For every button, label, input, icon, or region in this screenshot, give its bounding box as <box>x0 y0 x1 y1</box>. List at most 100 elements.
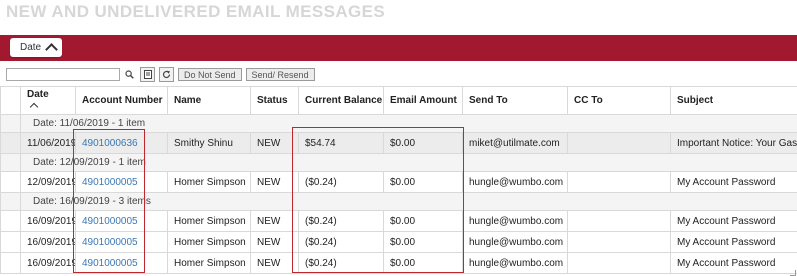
send-resend-button[interactable]: Send/ Resend <box>245 68 315 81</box>
grouping-bar: Date <box>0 35 797 61</box>
cell-name: Homer Simpson <box>167 252 251 274</box>
account-number-link[interactable]: 4901000005 <box>82 258 138 269</box>
cell-cc-to <box>567 171 671 193</box>
group-spacer <box>0 114 21 133</box>
cell-status: NEW <box>250 132 299 154</box>
cell-account-number: 4901000005 <box>75 210 168 232</box>
column-header-label: Date <box>27 89 49 100</box>
column-header-send-to[interactable]: Send To <box>462 86 568 115</box>
cell-subject: My Account Password <box>670 210 797 232</box>
account-number-link[interactable]: 4901000636 <box>82 138 138 149</box>
column-header-label: Current Balance <box>305 95 383 106</box>
toolbar: Do Not Send Send/ Resend <box>6 67 315 82</box>
do-not-send-button[interactable]: Do Not Send <box>178 68 242 81</box>
cell-send-to: hungle@wumbo.com <box>462 252 568 274</box>
table-row[interactable]: 16/09/2019 4901000005 Homer Simpson NEW … <box>0 210 797 232</box>
cell-account-number: 4901000005 <box>75 231 168 253</box>
group-header-row[interactable]: ▲ Date: 12/09/2019 - 1 item <box>0 153 797 172</box>
cell-current-balance: $54.74 <box>298 132 384 154</box>
column-header-name[interactable]: Name <box>167 86 251 115</box>
group-label: Date: 16/09/2019 - 3 items <box>33 196 151 207</box>
cell-cc-to <box>567 252 671 274</box>
cell-account-number: 4901000636 <box>75 132 168 154</box>
group-spacer <box>0 153 21 172</box>
cell-date: 11/06/2019 <box>20 132 76 154</box>
cell-subject: My Account Password <box>670 231 797 253</box>
cell-current-balance: ($0.24) <box>298 252 384 274</box>
column-header-label: CC To <box>574 95 603 106</box>
column-header-label: Email Amount <box>390 95 457 106</box>
table-row[interactable]: 11/06/2019 4901000636 Smithy Shinu NEW $… <box>0 132 797 154</box>
cell-date: 16/09/2019 <box>20 231 76 253</box>
cell-email-amount: $0.00 <box>383 132 463 154</box>
column-header-email-amount[interactable]: Email Amount <box>383 86 463 115</box>
cell-date: 16/09/2019 <box>20 210 76 232</box>
column-header-account-number[interactable]: Account Number <box>75 86 168 115</box>
cell-account-number: 4901000005 <box>75 171 168 193</box>
row-spacer <box>0 132 21 154</box>
group-header-cell[interactable]: ▲ Date: 16/09/2019 - 3 items <box>20 192 797 211</box>
account-number-link[interactable]: 4901000005 <box>82 177 138 188</box>
row-spacer <box>0 252 21 274</box>
account-number-link[interactable]: 4901000005 <box>82 216 138 227</box>
column-header-current-balance[interactable]: Current Balance <box>298 86 384 115</box>
table-row[interactable]: 12/09/2019 4901000005 Homer Simpson NEW … <box>0 171 797 193</box>
document-icon <box>143 70 152 79</box>
row-spacer <box>0 231 21 253</box>
row-spacer <box>0 210 21 232</box>
cell-status: NEW <box>250 252 299 274</box>
group-header-cell[interactable]: ▲ Date: 11/06/2019 - 1 item <box>20 114 797 133</box>
refresh-button[interactable] <box>159 67 174 82</box>
group-header-row[interactable]: ▲ Date: 11/06/2019 - 1 item <box>0 114 797 133</box>
column-header-label: Name <box>174 95 202 106</box>
export-button[interactable] <box>140 67 155 82</box>
table-row[interactable]: 16/09/2019 4901000005 Homer Simpson NEW … <box>0 252 797 274</box>
row-spacer <box>0 171 21 193</box>
cell-current-balance: ($0.24) <box>298 171 384 193</box>
group-header-cell[interactable]: ▲ Date: 12/09/2019 - 1 item <box>20 153 797 172</box>
cell-email-amount: $0.00 <box>383 210 463 232</box>
search-icon[interactable] <box>122 68 136 82</box>
cell-subject: My Account Password <box>670 171 797 193</box>
cell-cc-to <box>567 210 671 232</box>
account-number-link[interactable]: 4901000005 <box>82 237 138 248</box>
cell-current-balance: ($0.24) <box>298 231 384 253</box>
cell-subject: Important Notice: Your Gas Serv <box>670 132 797 154</box>
page-title: NEW AND UNDELIVERED EMAIL MESSAGES <box>6 2 386 21</box>
chevron-up-icon[interactable] <box>45 43 58 56</box>
cell-cc-to <box>567 231 671 253</box>
group-by-date-chip[interactable]: Date <box>10 38 63 57</box>
column-header-date[interactable]: Date <box>20 86 76 115</box>
cell-send-to: miket@utilmate.com <box>462 132 568 154</box>
group-label: Date: 12/09/2019 - 1 item <box>33 157 146 168</box>
cell-name: Homer Simpson <box>167 210 251 232</box>
cell-send-to: hungle@wumbo.com <box>462 231 568 253</box>
cell-name: Homer Simpson <box>167 231 251 253</box>
group-label: Date: 11/06/2019 - 1 item <box>33 118 146 129</box>
cell-account-number: 4901000005 <box>75 252 168 274</box>
cell-cc-to <box>567 132 671 154</box>
column-header-label: Account Number <box>82 95 163 106</box>
cell-email-amount: $0.00 <box>383 231 463 253</box>
cell-date: 12/09/2019 <box>20 171 76 193</box>
group-header-row[interactable]: ▲ Date: 16/09/2019 - 3 items <box>0 192 797 211</box>
email-messages-grid: Date Account Number Name Status Current … <box>0 86 797 274</box>
column-header-label: Subject <box>677 95 714 106</box>
resize-grip-icon[interactable] <box>790 270 796 276</box>
sort-ascending-icon[interactable] <box>29 102 39 112</box>
column-header-cc-to[interactable]: CC To <box>567 86 671 115</box>
cell-name: Smithy Shinu <box>167 132 251 154</box>
cell-status: NEW <box>250 231 299 253</box>
column-header-status[interactable]: Status <box>250 86 299 115</box>
search-input[interactable] <box>6 68 120 81</box>
column-header-label: Send To <box>469 95 508 106</box>
cell-date: 16/09/2019 <box>20 252 76 274</box>
header-row: Date Account Number Name Status Current … <box>0 86 797 115</box>
cell-send-to: hungle@wumbo.com <box>462 171 568 193</box>
cell-send-to: hungle@wumbo.com <box>462 210 568 232</box>
cell-subject: My Account Password <box>670 252 797 274</box>
column-header-subject[interactable]: Subject <box>670 86 797 115</box>
cell-name: Homer Simpson <box>167 171 251 193</box>
table-row[interactable]: 16/09/2019 4901000005 Homer Simpson NEW … <box>0 231 797 253</box>
cell-status: NEW <box>250 210 299 232</box>
